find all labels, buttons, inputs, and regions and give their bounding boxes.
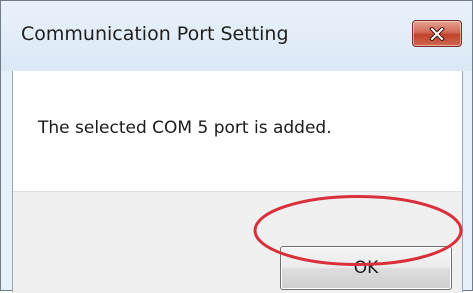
message-area: The selected COM 5 port is added. [13, 71, 462, 191]
dialog-title: Communication Port Setting [21, 23, 289, 45]
dialog-message: The selected COM 5 port is added. [38, 118, 332, 138]
message-dialog: Communication Port Setting The selected … [0, 0, 473, 293]
button-area: OK [13, 191, 462, 293]
title-bar[interactable]: Communication Port Setting [1, 1, 472, 71]
dialog-content: The selected COM 5 port is added. OK [12, 71, 463, 293]
close-button[interactable] [412, 20, 462, 47]
ok-button[interactable]: OK [280, 246, 452, 290]
close-icon [429, 27, 445, 41]
